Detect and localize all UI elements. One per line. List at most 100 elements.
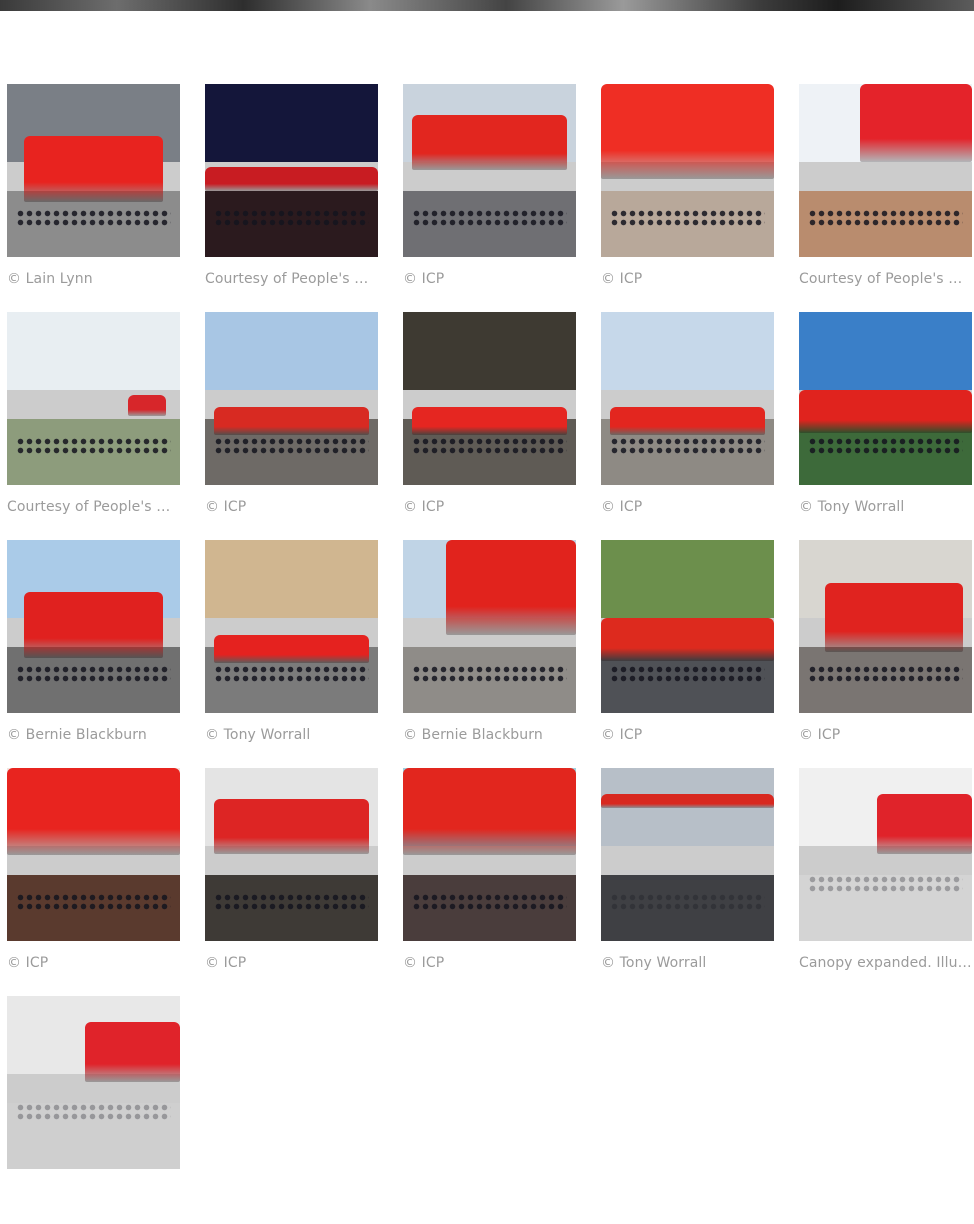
header-image-strip: [0, 0, 974, 11]
thumbnail-sky: [205, 312, 378, 390]
thumbnail-canopy: [213, 407, 370, 435]
thumbnail-canopy: [24, 135, 163, 202]
thumbnail-people: [807, 208, 964, 226]
gallery-item[interactable]: © Tony Worrall: [799, 312, 972, 540]
gallery-thumbnail[interactable]: [799, 540, 972, 713]
gallery-thumbnail[interactable]: [7, 768, 180, 941]
gallery-thumbnail[interactable]: [601, 768, 774, 941]
gallery-thumbnail[interactable]: [7, 84, 180, 257]
gallery-item[interactable]: © ICP: [403, 768, 576, 996]
thumbnail-canopy: [205, 167, 378, 192]
thumbnail-people: [807, 875, 964, 893]
thumbnail-sky: [601, 312, 774, 390]
gallery-item[interactable]: Courtesy of People's Canopy: [799, 84, 972, 312]
gallery-item[interactable]: © ICP: [601, 84, 774, 312]
thumbnail-canopy: [601, 617, 774, 662]
photo-caption: Canopy expanded. Illustration: [799, 955, 972, 971]
thumbnail-people: [15, 208, 172, 226]
photo-caption: © Lain Lynn: [7, 271, 93, 287]
photo-caption: © Bernie Blackburn: [403, 727, 543, 743]
gallery-thumbnail[interactable]: [7, 996, 180, 1169]
gallery-thumbnail[interactable]: [7, 312, 180, 485]
gallery-item[interactable]: Courtesy of People's Canopy: [205, 84, 378, 312]
thumbnail-people: [609, 436, 766, 454]
thumbnail-canopy: [213, 799, 370, 855]
gallery-item[interactable]: © ICP: [403, 312, 576, 540]
thumbnail-people: [807, 436, 964, 454]
photo-caption: © ICP: [205, 499, 247, 515]
thumbnail-people: [411, 208, 568, 226]
thumbnail-canopy: [128, 395, 167, 416]
thumbnail-people: [213, 208, 370, 226]
photo-caption: © ICP: [403, 499, 445, 515]
gallery-thumbnail[interactable]: [601, 84, 774, 257]
thumbnail-sky: [7, 312, 180, 390]
gallery-item[interactable]: © ICP: [601, 540, 774, 768]
photo-caption: Courtesy of People's Canopy: [799, 271, 972, 287]
thumbnail-canopy: [859, 84, 972, 162]
photo-caption: © ICP: [601, 727, 643, 743]
gallery-item[interactable]: © Bernie Blackburn: [403, 540, 576, 768]
gallery-thumbnail[interactable]: [403, 768, 576, 941]
gallery-item[interactable]: © Lain Lynn: [7, 84, 180, 312]
photo-caption: © Bernie Blackburn: [7, 727, 147, 743]
thumbnail-canopy: [7, 768, 180, 855]
photo-gallery-grid: © Lain Lynn Courtesy of People's Canopy © …: [7, 84, 972, 1224]
thumbnail-canopy: [876, 793, 972, 855]
thumbnail-canopy: [824, 583, 964, 653]
gallery-item[interactable]: © ICP: [799, 540, 972, 768]
thumbnail-sky: [601, 540, 774, 618]
photo-caption: © ICP: [205, 955, 247, 971]
thumbnail-canopy: [411, 407, 568, 435]
gallery-item[interactable]: © Tony Worrall: [205, 540, 378, 768]
thumbnail-people: [15, 436, 172, 454]
gallery-item[interactable]: © Bernie Blackburn: [7, 540, 180, 768]
gallery-thumbnail[interactable]: [601, 312, 774, 485]
gallery-item[interactable]: Courtesy of People's Canopy: [7, 312, 180, 540]
gallery-thumbnail[interactable]: [205, 540, 378, 713]
gallery-item[interactable]: [7, 996, 180, 1224]
gallery-item[interactable]: © ICP: [403, 84, 576, 312]
thumbnail-canopy: [84, 1021, 180, 1083]
gallery-item[interactable]: Canopy expanded. Illustration: [799, 768, 972, 996]
photo-caption: © Tony Worrall: [601, 955, 707, 971]
gallery-thumbnail[interactable]: [601, 540, 774, 713]
photo-caption: © ICP: [601, 271, 643, 287]
thumbnail-canopy: [411, 115, 568, 171]
photo-caption: © ICP: [403, 271, 445, 287]
thumbnail-people: [213, 892, 370, 910]
gallery-thumbnail[interactable]: [205, 84, 378, 257]
thumbnail-canopy: [24, 591, 163, 658]
gallery-item[interactable]: © Tony Worrall: [601, 768, 774, 996]
thumbnail-people: [15, 1103, 172, 1121]
gallery-item[interactable]: © ICP: [205, 768, 378, 996]
gallery-thumbnail[interactable]: [799, 768, 972, 941]
gallery-thumbnail[interactable]: [403, 84, 576, 257]
gallery-thumbnail[interactable]: [799, 84, 972, 257]
thumbnail-sky: [205, 540, 378, 618]
thumbnail-people: [609, 892, 766, 910]
gallery-item[interactable]: © ICP: [7, 768, 180, 996]
thumbnail-sky: [799, 312, 972, 390]
thumbnail-people: [609, 664, 766, 682]
photo-caption: Courtesy of People's Canopy: [7, 499, 180, 515]
thumbnail-canopy: [213, 635, 370, 663]
gallery-thumbnail[interactable]: [205, 768, 378, 941]
gallery-thumbnail[interactable]: [403, 540, 576, 713]
thumbnail-people: [411, 436, 568, 454]
photo-caption: © Tony Worrall: [799, 499, 905, 515]
gallery-thumbnail[interactable]: [403, 312, 576, 485]
photo-caption: Courtesy of People's Canopy: [205, 271, 378, 287]
gallery-thumbnail[interactable]: [799, 312, 972, 485]
gallery-thumbnail[interactable]: [7, 540, 180, 713]
gallery-item[interactable]: © ICP: [601, 312, 774, 540]
gallery-item[interactable]: © ICP: [205, 312, 378, 540]
gallery-thumbnail[interactable]: [205, 312, 378, 485]
thumbnail-sky: [403, 312, 576, 390]
thumbnail-people: [411, 892, 568, 910]
photo-caption: © ICP: [799, 727, 841, 743]
thumbnail-people: [213, 436, 370, 454]
thumbnail-people: [411, 664, 568, 682]
thumbnail-canopy: [601, 84, 774, 180]
thumbnail-people: [15, 664, 172, 682]
